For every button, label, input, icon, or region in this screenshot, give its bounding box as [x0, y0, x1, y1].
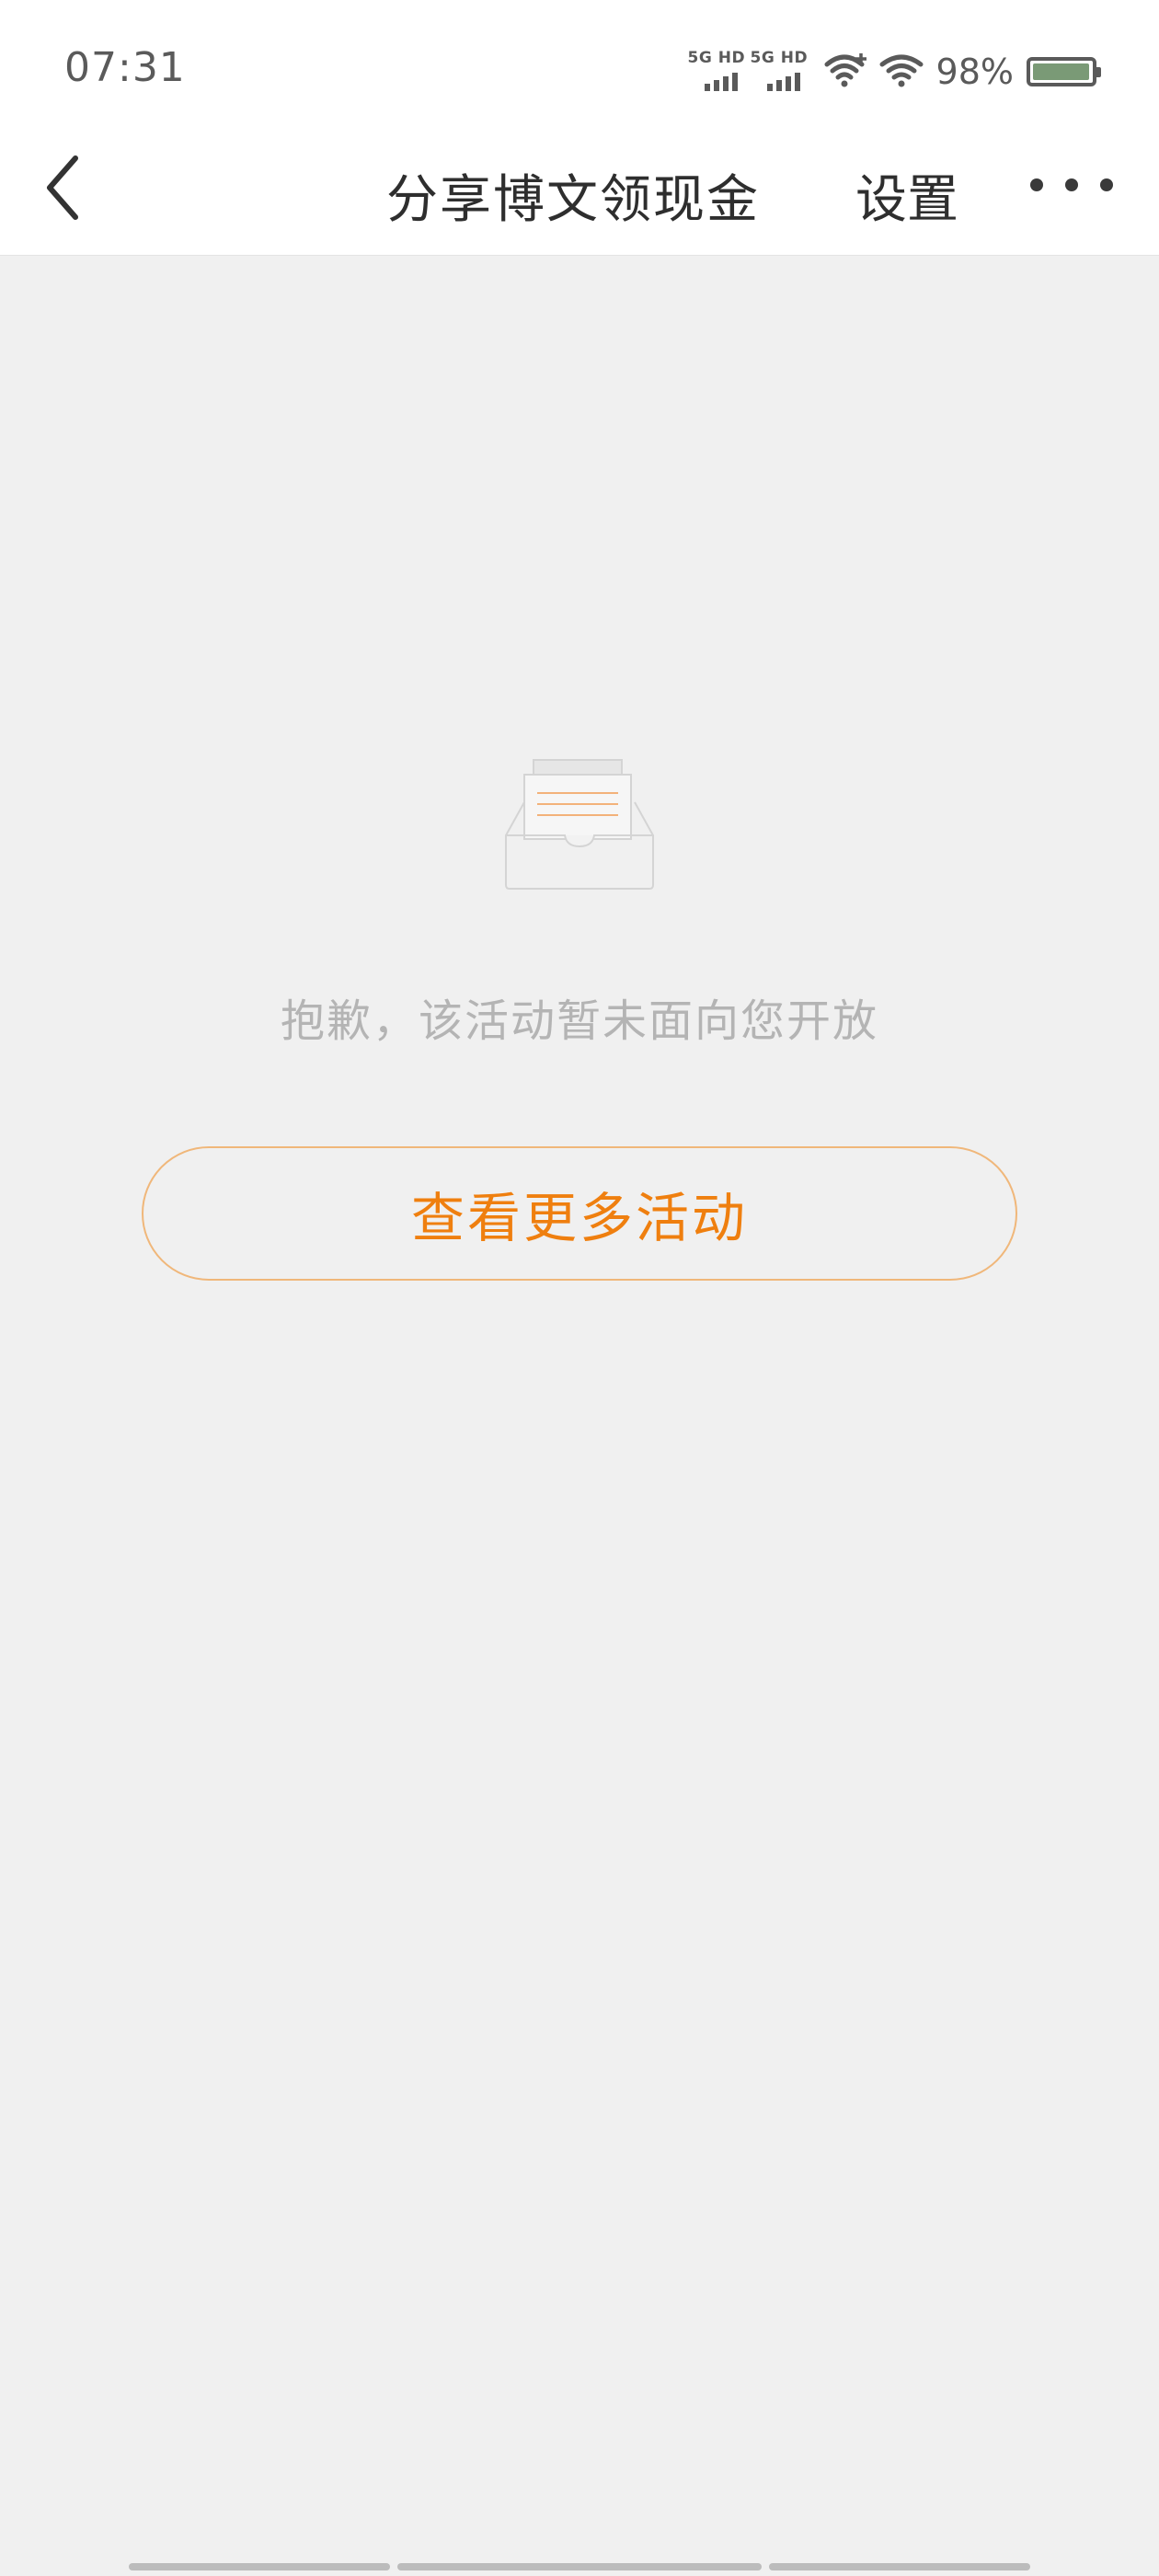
signal-icon: 5G HD — [688, 49, 745, 95]
page-title: 分享博文领现金 — [386, 170, 760, 230]
chevron-left-icon — [47, 155, 78, 220]
more-dots-icon — [1030, 178, 1043, 191]
empty-message: 抱歉，该活动暂未面向您开放 — [280, 995, 878, 1047]
wifi-icon — [879, 54, 924, 87]
view-more-activities-button[interactable]: 查看更多活动 — [142, 1146, 1017, 1281]
battery-icon — [1027, 57, 1101, 86]
signal-icon: 5G HD — [751, 49, 808, 95]
more-button[interactable] — [1030, 162, 1113, 208]
settings-button[interactable]: 设置 — [855, 158, 958, 233]
status-time: 07:31 — [64, 44, 186, 91]
back-button[interactable] — [26, 151, 99, 224]
battery-fill — [1033, 63, 1089, 80]
status-bar: 07:31 5G HD 5G HD 98% — [0, 0, 1159, 138]
status-icons: 5G HD 5G HD 98% — [688, 46, 1101, 98]
nav-bar: 分享博文领现金 设置 — [0, 138, 1159, 256]
sim2-label: 5G HD — [750, 49, 809, 67]
gesture-bar — [0, 2563, 1159, 2572]
wifi-plus-icon — [824, 53, 866, 87]
sim1-label: 5G HD — [687, 49, 746, 67]
empty-inbox-icon — [505, 759, 654, 890]
battery-percent: 98% — [935, 52, 1014, 92]
